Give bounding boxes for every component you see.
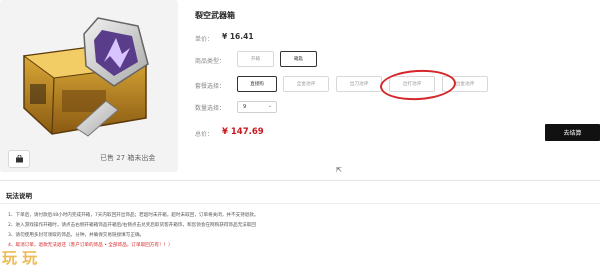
package-option-all-gold[interactable]: 全金池评	[283, 76, 329, 92]
rule-line-3: 3、请勿使用多封可领取的饰品，分钟，并确保交易链接填写正确。	[8, 233, 145, 238]
quantity-label: 数量选择：	[195, 105, 226, 112]
goods-type-option-open-case[interactable]: 开箱	[237, 51, 274, 67]
weapon-case-with-key-image	[22, 17, 149, 137]
package-option-direct[interactable]: 直接购	[237, 76, 277, 92]
rule-line-2: 2、进入游戏操作开箱时，请点击右侧开箱箱饰品开箱后/右侧点击兑奖后取货客开箱饰，…	[8, 223, 256, 228]
quantity-select[interactable]: 9 ⌄	[237, 101, 277, 113]
quantity-value: 9	[243, 104, 247, 110]
package-label: 套餐选择：	[195, 83, 226, 90]
cart-button[interactable]	[8, 150, 30, 168]
sold-count-text: 已售 27 箱未出金	[100, 154, 156, 162]
mouse-cursor-icon: ⇱	[336, 166, 342, 174]
rules-title: 玩法说明	[6, 192, 32, 200]
product-panel: 已售 27 箱未出金	[0, 0, 178, 172]
checkout-button[interactable]: 去结算	[545, 124, 600, 141]
total-price-value: ¥ 147.69	[222, 127, 264, 137]
rule-line-1: 1、下单后，请付款后48小时内完成开箱，7天内取回开出饰品；若超时未开箱，超时未…	[8, 213, 259, 218]
chevron-down-icon: ⌄	[267, 103, 272, 109]
section-divider	[0, 180, 600, 181]
watermark-logo: 玩 玩	[2, 249, 38, 267]
shopping-bag-icon	[15, 155, 23, 163]
product-title: 裂空武器箱	[195, 11, 235, 20]
goods-type-label: 商品类型：	[195, 58, 226, 65]
package-option-knife[interactable]: 出刀池评	[336, 76, 382, 92]
total-label: 总价：	[195, 131, 214, 138]
goods-type-option-case-key[interactable]: 箱匙	[280, 51, 317, 67]
rules-divider	[0, 203, 600, 204]
annotation-circle	[379, 68, 457, 102]
unit-price-label: 单价：	[195, 36, 214, 43]
unit-price-value: ¥ 16.41	[222, 32, 254, 41]
